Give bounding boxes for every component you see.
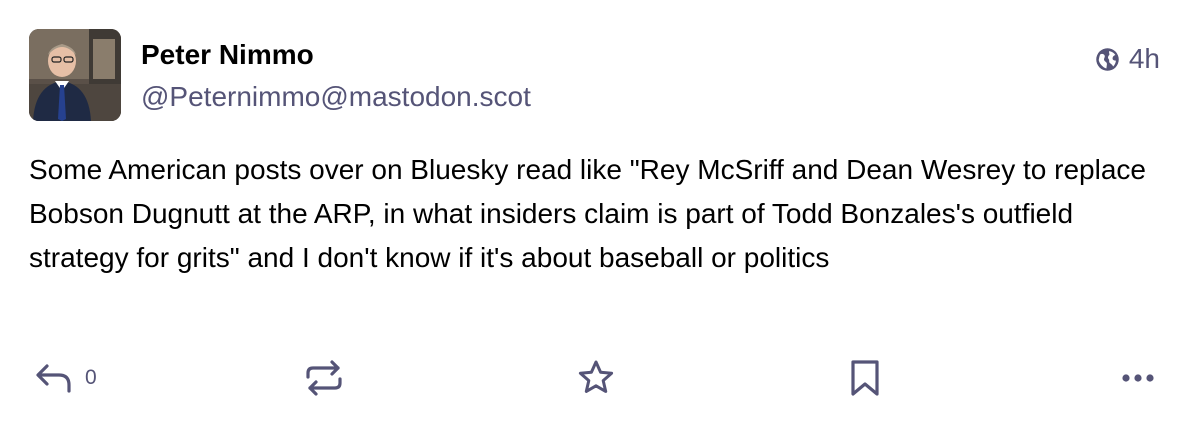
account-handle[interactable]: @Peternimmo@mastodon.scot bbox=[141, 80, 531, 114]
boost-icon bbox=[306, 360, 342, 396]
status-content: Some American posts over on Bluesky read… bbox=[29, 154, 1146, 273]
avatar-photo bbox=[29, 29, 121, 121]
globe-icon bbox=[1094, 46, 1121, 73]
favourite-button[interactable] bbox=[576, 355, 616, 401]
display-name[interactable]: Peter Nimmo bbox=[141, 38, 314, 72]
boost-button[interactable] bbox=[305, 355, 343, 401]
more-icon bbox=[1122, 374, 1154, 382]
reply-icon bbox=[36, 364, 71, 393]
timestamp-link[interactable]: 4h bbox=[1094, 42, 1160, 76]
reply-count: 0 bbox=[85, 366, 97, 389]
relative-time: 4h bbox=[1128, 43, 1160, 74]
reply-button[interactable]: 0 bbox=[35, 355, 97, 401]
bookmark-button[interactable] bbox=[849, 355, 881, 401]
action-bar: 0 bbox=[0, 355, 1192, 401]
status-card: Peter Nimmo @Peternimmo@mastodon.scot 4h… bbox=[0, 0, 1192, 436]
avatar[interactable] bbox=[29, 29, 121, 121]
bookmark-icon bbox=[851, 360, 879, 396]
star-icon bbox=[578, 360, 614, 393]
more-options-button[interactable] bbox=[1121, 355, 1157, 401]
